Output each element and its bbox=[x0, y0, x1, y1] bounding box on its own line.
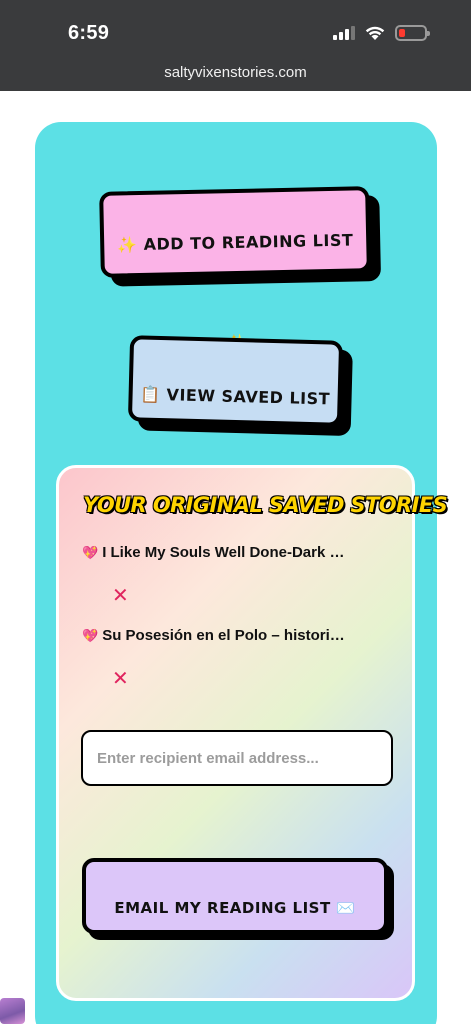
panel-title: YOUR ORIGINAL SAVED STORIES bbox=[83, 493, 448, 517]
heart-icon: 💖 bbox=[82, 628, 99, 643]
battery-icon bbox=[395, 25, 430, 41]
status-bar: 6:59 saltyvixenstories.com bbox=[0, 0, 471, 91]
list-item[interactable]: 💖 I Like My Souls Well Done-Dark … bbox=[82, 544, 344, 561]
avatar[interactable] bbox=[0, 998, 25, 1024]
recipient-email-input[interactable] bbox=[81, 730, 393, 786]
status-icons bbox=[333, 25, 430, 41]
wifi-icon bbox=[365, 26, 385, 40]
remove-story-button[interactable]: ✕ bbox=[112, 669, 129, 689]
add-to-reading-list-button[interactable]: ✨ ADD TO READING LIST ✨ bbox=[99, 186, 371, 352]
view-saved-list-button[interactable]: 📋 VIEW SAVED LIST bbox=[127, 335, 344, 427]
story-title: Su Posesión en el Polo – histori… bbox=[102, 627, 345, 644]
url-bar[interactable]: saltyvixenstories.com bbox=[0, 64, 471, 81]
story-title: I Like My Souls Well Done-Dark … bbox=[102, 544, 345, 561]
status-time: 6:59 bbox=[68, 22, 110, 44]
heart-icon: 💖 bbox=[82, 545, 99, 560]
email-reading-list-button[interactable]: EMAIL MY READING LIST ✉️ bbox=[82, 858, 388, 934]
remove-story-button[interactable]: ✕ bbox=[112, 586, 129, 606]
battery-level bbox=[399, 29, 405, 37]
cellular-signal-icon bbox=[333, 26, 355, 40]
list-item[interactable]: 💖 Su Posesión en el Polo – histori… bbox=[82, 627, 345, 644]
saved-stories-panel: YOUR ORIGINAL SAVED STORIES 💖 I Like My S… bbox=[56, 465, 448, 1001]
